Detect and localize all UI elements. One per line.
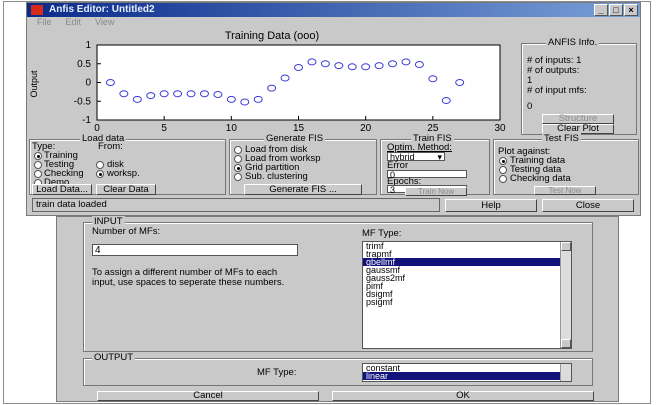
num-mfs-label: Number of MFs: (92, 226, 161, 237)
maximize-button[interactable]: □ (609, 4, 623, 16)
checking-data-radio[interactable] (499, 175, 507, 183)
status-bar: train data loaded (32, 198, 440, 212)
plot-svg: Training Data (ooo) Output 10.50-0.5-1 0… (29, 30, 506, 134)
output-list-scrollbar[interactable] (560, 364, 571, 381)
output-mf-type-label: MF Type: (257, 367, 297, 378)
mf-option-gauss2mf[interactable]: gauss2mf (363, 274, 571, 283)
clear-data-button[interactable]: Clear Data (96, 184, 156, 195)
num-mfs-value: 4 (95, 245, 101, 256)
plot-title: Training Data (ooo) (225, 30, 319, 42)
load-data-button[interactable]: Load Data... (32, 184, 92, 195)
cancel-button[interactable]: Cancel (97, 391, 319, 401)
y-axis-label: Output (29, 70, 39, 98)
close-window-button[interactable]: × (624, 4, 638, 16)
anfis-info-group: ANFIS Info. # of inputs: 1 # of outputs:… (521, 37, 637, 135)
info-outputs: # of outputs: (527, 65, 580, 76)
generate-fis-title: Generate FIS (264, 133, 326, 144)
help-button[interactable]: Help (445, 199, 537, 212)
testing-data-radio[interactable] (499, 166, 507, 174)
input-group: INPUT Number of MFs: 4 To assign a diffe… (83, 216, 593, 352)
menu-view[interactable]: View (95, 17, 114, 29)
y-tick-label: -0.5 (74, 96, 92, 107)
y-tick-label: 0.5 (77, 59, 91, 70)
input-list-scrollbar[interactable] (560, 242, 571, 348)
title-bar: Anfis Editor: Untitled2 _ □ × (27, 3, 640, 17)
plot-axes (96, 44, 501, 121)
mf-dialog: INPUT Number of MFs: 4 To assign a diffe… (56, 216, 619, 402)
menu-edit[interactable]: Edit (66, 17, 82, 29)
x-tick-label: 5 (161, 123, 167, 134)
info-input-mfs-value: 0 (527, 101, 533, 112)
load-from-disk-radio[interactable] (234, 146, 242, 154)
num-mfs-input[interactable]: 4 (92, 244, 298, 256)
window-title: Anfis Editor: Untitled2 (49, 4, 155, 15)
from-disk-radio[interactable] (96, 161, 104, 169)
checking-data-label: Checking data (510, 173, 571, 184)
generate-fis-group: Generate FIS Load from disk Load from wo… (229, 133, 377, 195)
sub-clustering-radio[interactable] (234, 173, 242, 181)
type-testing-radio[interactable] (34, 161, 42, 169)
epochs-value: 3 (390, 185, 396, 195)
close-button[interactable]: Close (542, 199, 634, 212)
menu-bar: File Edit View (27, 17, 640, 29)
training-data-radio[interactable] (499, 157, 507, 165)
output-title: OUTPUT (92, 352, 136, 363)
generate-fis-button[interactable]: Generate FIS ... (244, 184, 362, 195)
output-mf-option-linear[interactable]: linear (363, 372, 571, 381)
output-mf-option-constant[interactable]: constant (363, 364, 571, 373)
load-data-group: Load data Type: From: Training Testing C… (29, 133, 226, 195)
load-from-workspace-radio[interactable] (234, 155, 242, 163)
type-training-radio[interactable] (34, 152, 42, 160)
type-checking-radio[interactable] (34, 170, 42, 178)
sub-clustering-label: Sub. clustering (245, 171, 308, 182)
num-mfs-hint: To assign a different number of MFs to e… (92, 267, 285, 288)
from-workspace-label: worksp. (107, 168, 140, 179)
y-tick-label: 0 (85, 78, 91, 89)
ok-button[interactable]: OK (332, 391, 594, 401)
status-text: train data loaded (36, 199, 107, 210)
x-tick-label: 30 (494, 123, 506, 134)
anfis-editor-window: Anfis Editor: Untitled2 _ □ × File Edit … (26, 2, 641, 216)
input-mf-type-list[interactable]: trimf trapmf gbellmf gaussmf gauss2mf pi… (362, 241, 572, 349)
scroll-up-button[interactable] (561, 242, 571, 251)
info-input-mfs: # of input mfs: (527, 85, 587, 96)
mf-option-pimf[interactable]: pimf (363, 282, 571, 291)
from-label: From: (98, 141, 123, 152)
minimize-button[interactable]: _ (594, 4, 608, 16)
output-group: OUTPUT MF Type: constant linear (83, 352, 593, 386)
dropdown-arrow-icon: ▾ (437, 152, 442, 162)
x-tick-label: 20 (360, 123, 372, 134)
test-now-button[interactable]: Test Now (534, 186, 596, 195)
training-data-plot: Training Data (ooo) Output 1 0.5 0 -0.5 -1 0… (27, 29, 517, 137)
from-workspace-radio[interactable] (96, 170, 104, 178)
test-fis-title: Test FIS (542, 133, 581, 144)
scroll-down-button[interactable] (561, 339, 571, 348)
y-tick-label: 1 (85, 40, 91, 51)
input-mf-type-label: MF Type: (362, 228, 402, 239)
output-mf-type-list[interactable]: constant linear (362, 363, 572, 382)
mf-option-psigmf[interactable]: psigmf (363, 298, 571, 307)
x-tick-label: 10 (226, 123, 238, 134)
mf-option-dsigmf[interactable]: dsigmf (363, 290, 571, 299)
mf-option-trimf[interactable]: trimf (363, 242, 571, 251)
grid-partition-radio[interactable] (234, 164, 242, 172)
matlab-app-icon (31, 5, 43, 15)
anfis-info-title: ANFIS Info. (546, 37, 600, 48)
train-now-button[interactable]: Train Now (405, 187, 467, 196)
y-tick-label: -1 (82, 115, 91, 126)
menu-file[interactable]: File (37, 17, 52, 29)
test-fis-group: Test FIS Plot against: Training data Tes… (493, 133, 639, 195)
